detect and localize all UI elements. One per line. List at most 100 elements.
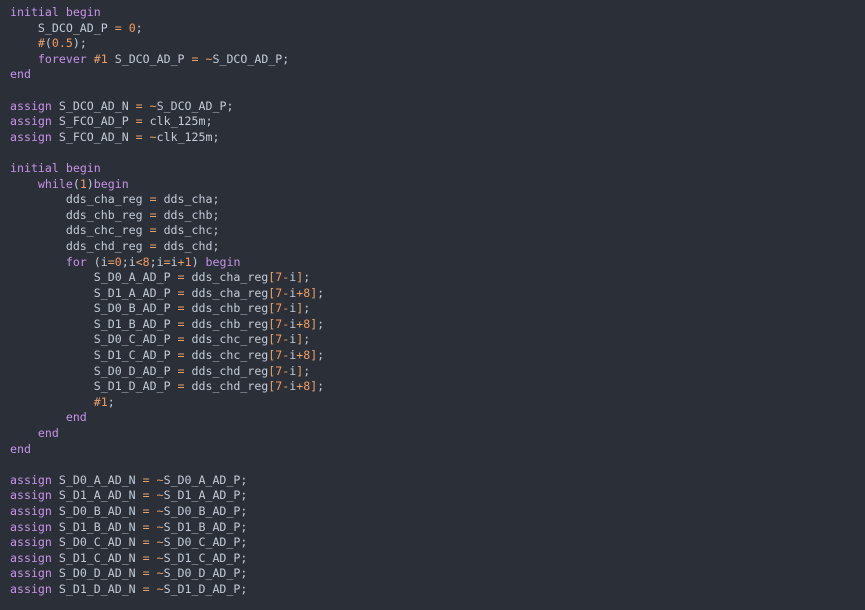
code-token: S_D1_A_AD_P xyxy=(163,488,241,503)
code-token: 0 xyxy=(114,254,122,269)
code-token: ( xyxy=(72,176,80,191)
code-line[interactable]: end xyxy=(10,426,865,442)
code-token: ; xyxy=(240,581,248,596)
code-line[interactable]: assign S_D1_B_AD_N = ~S_D1_B_AD_P; xyxy=(10,520,865,536)
code-token: S_D0_A_AD_P xyxy=(93,270,171,285)
code-token: ; xyxy=(240,472,248,487)
code-body[interactable]: initial begin S_DCO_AD_P = 0; #(0.5); fo… xyxy=(10,5,865,598)
code-line[interactable]: assign S_D1_A_AD_N = ~S_D1_A_AD_P; xyxy=(10,488,865,504)
code-token: # xyxy=(93,394,101,409)
code-line[interactable]: dds_chd_reg = dds_chd; xyxy=(10,239,865,255)
code-line[interactable]: initial begin xyxy=(10,161,865,177)
code-token: = xyxy=(142,550,150,565)
code-line[interactable]: while(1)begin xyxy=(10,177,865,193)
code-token: begin xyxy=(65,160,101,175)
code-line[interactable]: S_D0_C_AD_P = dds_chc_reg[7-i]; xyxy=(10,332,865,348)
code-token: dds_chd_reg xyxy=(191,363,269,378)
code-line[interactable]: S_DCO_AD_P = 0; xyxy=(10,21,865,37)
code-token: ; xyxy=(282,51,290,66)
code-token: = xyxy=(114,20,122,35)
code-line[interactable]: #1; xyxy=(10,395,865,411)
code-token: ; xyxy=(212,238,220,253)
code-line[interactable]: S_D1_C_AD_P = dds_chc_reg[7-i+8]; xyxy=(10,348,865,364)
code-token: S_D0_C_AD_N xyxy=(58,535,136,550)
code-token: ; xyxy=(135,20,143,35)
code-token: S_D1_B_AD_N xyxy=(58,519,136,534)
code-token: dds_chc xyxy=(163,223,213,238)
code-line[interactable]: end xyxy=(10,410,865,426)
code-token: ; xyxy=(317,316,325,331)
code-line[interactable]: assign S_D0_A_AD_N = ~S_D0_A_AD_P; xyxy=(10,473,865,489)
code-line[interactable]: for (i=0;i<8;i=i+1) begin xyxy=(10,255,865,271)
code-line[interactable]: assign S_FCO_AD_N = ~clk_125m; xyxy=(10,130,865,146)
code-token: < xyxy=(135,254,143,269)
code-token: clk_125m xyxy=(156,129,213,144)
code-line[interactable]: assign S_FCO_AD_P = clk_125m; xyxy=(10,114,865,130)
code-line[interactable] xyxy=(10,145,865,161)
code-token: = xyxy=(177,379,185,394)
code-token: 1 xyxy=(100,51,108,66)
code-token: = xyxy=(149,207,157,222)
code-line[interactable]: dds_chc_reg = dds_chc; xyxy=(10,223,865,239)
code-line[interactable]: assign S_D1_C_AD_N = ~S_D1_C_AD_P; xyxy=(10,551,865,567)
code-token: S_D1_D_AD_N xyxy=(58,581,136,596)
code-line[interactable]: end xyxy=(10,442,865,458)
code-token: 1 xyxy=(79,176,87,191)
code-line[interactable]: end xyxy=(10,67,865,83)
code-line[interactable]: S_D1_A_AD_P = dds_cha_reg[7-i+8]; xyxy=(10,286,865,302)
code-token: assign xyxy=(10,581,52,596)
code-token: ; xyxy=(240,535,248,550)
code-token: assign xyxy=(10,488,52,503)
code-line[interactable]: S_D1_D_AD_P = dds_chd_reg[7-i+8]; xyxy=(10,379,865,395)
code-token: = xyxy=(177,285,185,300)
code-token: ~ xyxy=(156,535,164,550)
code-line[interactable]: #(0.5); xyxy=(10,36,865,52)
code-token: S_D1_A_AD_N xyxy=(58,488,136,503)
code-token: initial xyxy=(10,5,59,19)
code-line[interactable]: assign S_D0_D_AD_N = ~S_D0_D_AD_P; xyxy=(10,566,865,582)
code-line[interactable] xyxy=(10,457,865,473)
code-token: S_D1_C_AD_P xyxy=(93,348,171,363)
code-token: ; xyxy=(212,129,220,144)
code-token: + xyxy=(177,254,185,269)
code-line[interactable]: assign S_D1_D_AD_N = ~S_D1_D_AD_P; xyxy=(10,582,865,598)
code-line[interactable]: dds_chb_reg = dds_chb; xyxy=(10,208,865,224)
code-line[interactable]: S_D1_B_AD_P = dds_chb_reg[7-i+8]; xyxy=(10,317,865,333)
code-token: S_D1_B_AD_P xyxy=(93,316,171,331)
code-line[interactable]: S_D0_A_AD_P = dds_cha_reg[7-i]; xyxy=(10,270,865,286)
code-line[interactable]: assign S_DCO_AD_N = ~S_DCO_AD_P; xyxy=(10,99,865,115)
code-line[interactable]: assign S_D0_C_AD_N = ~S_D0_C_AD_P; xyxy=(10,535,865,551)
code-token: = xyxy=(135,98,143,113)
code-line[interactable]: S_D0_B_AD_P = dds_chb_reg[7-i]; xyxy=(10,301,865,317)
code-line[interactable]: forever #1 S_DCO_AD_P = ~S_DCO_AD_P; xyxy=(10,52,865,68)
code-token: ~ xyxy=(156,472,164,487)
code-line[interactable]: assign S_D0_B_AD_N = ~S_D0_B_AD_P; xyxy=(10,504,865,520)
code-token: = xyxy=(149,238,157,253)
code-token: dds_chb_reg xyxy=(65,207,143,222)
code-line[interactable]: initial begin xyxy=(10,5,865,21)
code-line[interactable]: S_D0_D_AD_P = dds_chd_reg[7-i]; xyxy=(10,364,865,380)
code-token: ; xyxy=(240,504,248,518)
code-line[interactable]: dds_cha_reg = dds_cha; xyxy=(10,192,865,208)
code-token: S_D1_C_AD_P xyxy=(163,550,241,565)
code-line[interactable] xyxy=(10,83,865,99)
code-editor[interactable]: initial begin S_DCO_AD_P = 0; #(0.5); fo… xyxy=(0,0,865,610)
